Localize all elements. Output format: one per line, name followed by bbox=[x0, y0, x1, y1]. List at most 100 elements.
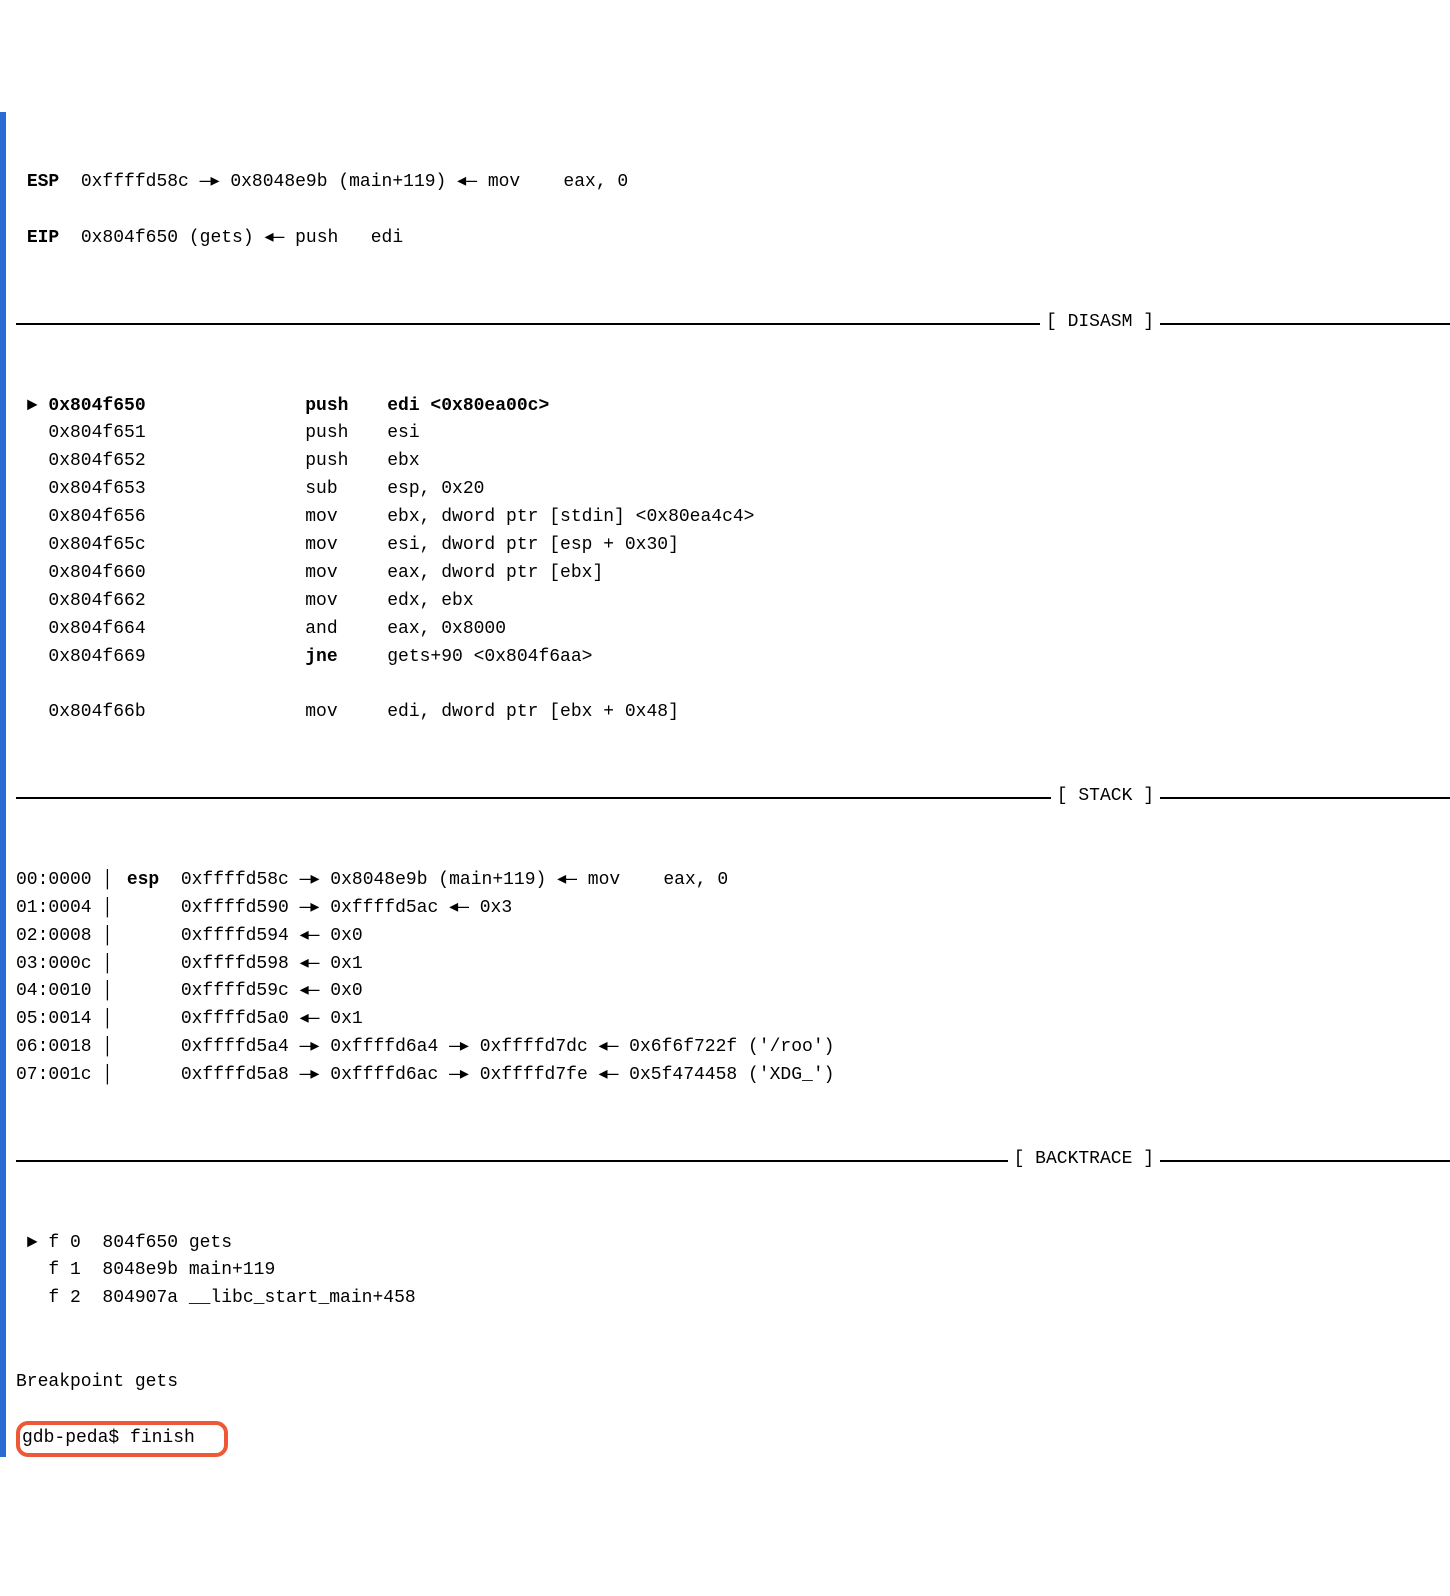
arrow-icon: ► bbox=[16, 396, 48, 416]
arrow-icon bbox=[16, 1288, 48, 1308]
disasm-row: 0x804f66b movedi, dword ptr [ebx + 0x48] bbox=[16, 699, 1450, 727]
disasm-op: jne bbox=[305, 644, 387, 672]
section-label: [ DISASM ] bbox=[1040, 309, 1160, 337]
disasm-args: esi, dword ptr [esp + 0x30] bbox=[387, 535, 679, 555]
stack-reg: esp bbox=[127, 870, 159, 890]
disasm-addr: 0x804f652 bbox=[48, 448, 166, 476]
arrow-icon bbox=[16, 619, 48, 639]
disasm-args: ebx, dword ptr [stdin] <0x80ea4c4> bbox=[387, 507, 754, 527]
stack-row: 05:0014│ 0xffffd5a0 ◂— 0x1 bbox=[16, 1006, 1450, 1034]
reg-esp-line: ESP 0xffffd58c —▸ 0x8048e9b (main+119) ◂… bbox=[16, 169, 1450, 197]
disasm-block: ► 0x804f650 pushedi <0x80ea00c> 0x804f65… bbox=[16, 393, 1450, 728]
backtrace-block: ► f 0 804f650 gets f 1 8048e9b main+119 … bbox=[16, 1230, 1450, 1314]
pipe-icon: │ bbox=[102, 951, 116, 979]
arrow-icon bbox=[16, 702, 48, 722]
reg-name: ESP bbox=[27, 172, 59, 192]
pipe-icon: │ bbox=[102, 1006, 116, 1034]
reg-name: EIP bbox=[27, 228, 59, 248]
reg-instr: push edi bbox=[295, 228, 403, 248]
arrow-icon bbox=[16, 591, 48, 611]
stack-row: 06:0018│ 0xffffd5a4 —▸ 0xffffd6a4 —▸ 0xf… bbox=[16, 1034, 1450, 1062]
disasm-addr: 0x804f66b bbox=[48, 699, 166, 727]
disasm-row: 0x804f652 pushebx bbox=[16, 448, 1450, 476]
stack-chain: 0xffffd58c —▸ 0x8048e9b (main+119) ◂— mo… bbox=[181, 870, 728, 890]
disasm-row: 0x804f651 pushesi bbox=[16, 420, 1450, 448]
disasm-op: push bbox=[305, 393, 387, 421]
section-label: [ STACK ] bbox=[1051, 783, 1160, 811]
stack-row: 00:0000│ esp 0xffffd58c —▸ 0x8048e9b (ma… bbox=[16, 867, 1450, 895]
stack-row: 03:000c│ 0xffffd598 ◂— 0x1 bbox=[16, 951, 1450, 979]
arrow-icon bbox=[16, 647, 48, 667]
stack-offset: 07:001c bbox=[16, 1062, 102, 1090]
backtrace-text: f 2 804907a __libc_start_main+458 bbox=[48, 1288, 415, 1308]
arrow-icon: ► bbox=[16, 1233, 48, 1253]
stack-row: 07:001c│ 0xffffd5a8 —▸ 0xffffd6ac —▸ 0xf… bbox=[16, 1062, 1450, 1090]
stack-chain: 0xffffd5a8 —▸ 0xffffd6ac —▸ 0xffffd7fe ◂… bbox=[181, 1065, 835, 1085]
stack-chain: 0xffffd590 —▸ 0xffffd5ac ◂— 0x3 bbox=[181, 898, 512, 918]
disasm-op: mov bbox=[305, 560, 387, 588]
command-input[interactable]: finish bbox=[130, 1428, 195, 1448]
pipe-icon: │ bbox=[102, 1034, 116, 1062]
stack-offset: 05:0014 bbox=[16, 1006, 102, 1034]
stack-row: 02:0008│ 0xffffd594 ◂— 0x0 bbox=[16, 923, 1450, 951]
arrow-icon bbox=[16, 451, 48, 471]
section-rule-stack: [ STACK ] bbox=[16, 783, 1450, 811]
arrow-icon bbox=[16, 479, 48, 499]
disasm-row: 0x804f65c movesi, dword ptr [esp + 0x30] bbox=[16, 532, 1450, 560]
debugger-output: ESP 0xffffd58c —▸ 0x8048e9b (main+119) ◂… bbox=[0, 112, 1450, 1457]
disasm-row bbox=[16, 671, 1450, 699]
disasm-op: mov bbox=[305, 532, 387, 560]
section-label: [ BACKTRACE ] bbox=[1008, 1146, 1160, 1174]
stack-offset: 00:0000 bbox=[16, 867, 102, 895]
pipe-icon: │ bbox=[102, 923, 116, 951]
disasm-args: ebx bbox=[387, 451, 419, 471]
stack-offset: 01:0004 bbox=[16, 895, 102, 923]
disasm-row: 0x804f653 subesp, 0x20 bbox=[16, 476, 1450, 504]
disasm-row: ► 0x804f650 pushedi <0x80ea00c> bbox=[16, 393, 1450, 421]
stack-chain: 0xffffd5a4 —▸ 0xffffd6a4 —▸ 0xffffd7dc ◂… bbox=[181, 1037, 835, 1057]
stack-offset: 04:0010 bbox=[16, 978, 102, 1006]
reg-target: 0x8048e9b (main+119) bbox=[230, 172, 446, 192]
stack-chain: 0xffffd598 ◂— 0x1 bbox=[181, 954, 363, 974]
disasm-op: mov bbox=[305, 588, 387, 616]
disasm-op: push bbox=[305, 420, 387, 448]
stack-offset: 02:0008 bbox=[16, 923, 102, 951]
stack-chain: 0xffffd594 ◂— 0x0 bbox=[181, 926, 363, 946]
disasm-addr: 0x804f651 bbox=[48, 420, 166, 448]
pipe-icon: │ bbox=[102, 1062, 116, 1090]
disasm-row: 0x804f656 movebx, dword ptr [stdin] <0x8… bbox=[16, 504, 1450, 532]
disasm-args: esi bbox=[387, 423, 419, 443]
backtrace-row: f 1 8048e9b main+119 bbox=[16, 1257, 1450, 1285]
prompt-highlight: gdb-peda$ finish bbox=[16, 1421, 228, 1457]
disasm-addr: 0x804f656 bbox=[48, 504, 166, 532]
arrow-icon bbox=[16, 423, 48, 443]
section-rule-disasm: [ DISASM ] bbox=[16, 309, 1450, 337]
disasm-args: edi <0x80ea00c> bbox=[387, 396, 549, 416]
reg-eip-line: EIP 0x804f650 (gets) ◂— push edi bbox=[16, 225, 1450, 253]
backtrace-text: f 1 8048e9b main+119 bbox=[48, 1260, 275, 1280]
disasm-args: gets+90 <0x804f6aa> bbox=[387, 647, 592, 667]
disasm-addr: 0x804f65c bbox=[48, 532, 166, 560]
reg-instr: mov eax, 0 bbox=[488, 172, 628, 192]
disasm-args: esp, 0x20 bbox=[387, 479, 484, 499]
disasm-args: edx, ebx bbox=[387, 591, 473, 611]
disasm-addr: 0x804f662 bbox=[48, 588, 166, 616]
reg-addr: 0xffffd58c bbox=[81, 172, 189, 192]
pipe-icon: │ bbox=[102, 895, 116, 923]
stack-chain: 0xffffd5a0 ◂— 0x1 bbox=[181, 1009, 363, 1029]
gdb-prompt: gdb-peda$ bbox=[22, 1428, 130, 1448]
pipe-icon: │ bbox=[102, 978, 116, 1006]
disasm-row: 0x804f660 moveax, dword ptr [ebx] bbox=[16, 560, 1450, 588]
stack-offset: 06:0018 bbox=[16, 1034, 102, 1062]
backtrace-row: ► f 0 804f650 gets bbox=[16, 1230, 1450, 1258]
backtrace-row: f 2 804907a __libc_start_main+458 bbox=[16, 1285, 1450, 1313]
disasm-addr: 0x804f664 bbox=[48, 616, 166, 644]
stack-row: 01:0004│ 0xffffd590 —▸ 0xffffd5ac ◂— 0x3 bbox=[16, 895, 1450, 923]
disasm-args: edi, dword ptr [ebx + 0x48] bbox=[387, 702, 679, 722]
pipe-icon: │ bbox=[102, 867, 116, 895]
disasm-op: and bbox=[305, 616, 387, 644]
stack-chain: 0xffffd59c ◂— 0x0 bbox=[181, 981, 363, 1001]
disasm-args: eax, dword ptr [ebx] bbox=[387, 563, 603, 583]
backtrace-text: f 0 804f650 gets bbox=[48, 1233, 232, 1253]
arrow-icon bbox=[16, 507, 48, 527]
